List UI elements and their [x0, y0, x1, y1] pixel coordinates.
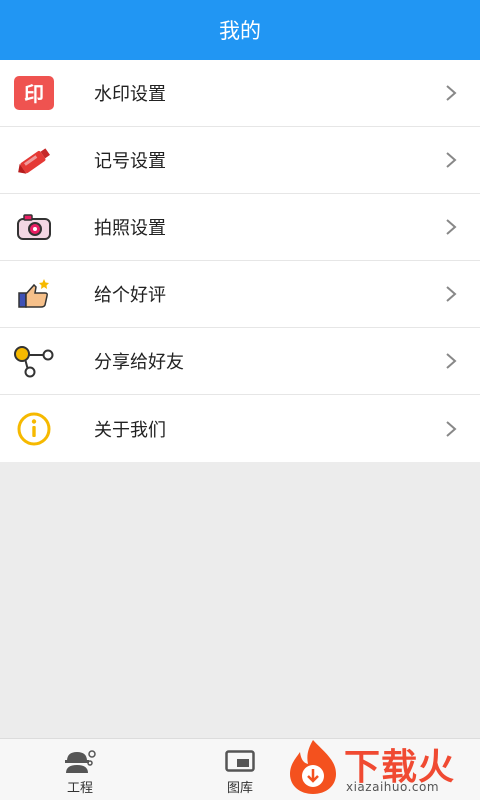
engineer-icon: [63, 748, 97, 774]
marker-pen-icon: [12, 140, 56, 180]
watermark-stamp-icon: 印: [12, 73, 56, 113]
gallery-icon: [223, 748, 257, 774]
menu-item-rate-us[interactable]: 给个好评: [0, 261, 480, 328]
menu-item-marker-settings[interactable]: 记号设置: [0, 127, 480, 194]
camera-icon: [12, 207, 56, 247]
menu-item-label: 记号设置: [94, 151, 166, 172]
menu-item-camera-settings[interactable]: 拍照设置: [0, 194, 480, 261]
menu-item-label: 给个好评: [94, 285, 166, 306]
menu-item-about-us[interactable]: 关于我们: [0, 395, 480, 462]
menu-item-label: 分享给好友: [94, 352, 184, 373]
page-header: 我的: [0, 0, 480, 60]
menu-item-label: 水印设置: [94, 84, 166, 105]
menu-item-share[interactable]: 分享给好友: [0, 328, 480, 395]
menu-item-label: 拍照设置: [94, 218, 166, 239]
settings-menu: 印 水印设置 记号设置 拍照设置 给个好评 分享给好友 关于我们: [0, 60, 480, 462]
chevron-right-icon: [444, 217, 458, 237]
watermark-subtext: xiazaihuo.com: [346, 780, 440, 794]
menu-item-label: 关于我们: [94, 419, 166, 441]
thumbs-up-icon: [12, 274, 56, 314]
share-nodes-icon: [12, 341, 56, 381]
tab-projects[interactable]: 工程: [20, 739, 140, 800]
flame-logo-icon: [284, 738, 342, 800]
page-title: 我的: [219, 19, 261, 43]
tab-label: 工程: [66, 781, 93, 796]
chevron-right-icon: [444, 419, 458, 439]
site-watermark: 下载火 xiazaihuo.com: [282, 734, 480, 800]
menu-item-watermark-settings[interactable]: 印 水印设置: [0, 60, 480, 127]
svg-text:印: 印: [24, 82, 44, 106]
chevron-right-icon: [444, 284, 458, 304]
chevron-right-icon: [444, 83, 458, 103]
chevron-right-icon: [444, 351, 458, 371]
chevron-right-icon: [444, 150, 458, 170]
info-icon: [12, 409, 56, 449]
tab-label: 图库: [226, 781, 253, 796]
